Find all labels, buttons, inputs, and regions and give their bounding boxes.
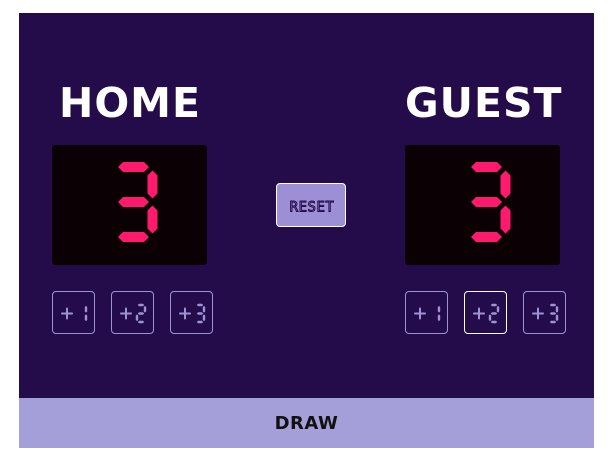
segment-b [147,170,158,199]
home-plus-2-button[interactable]: +2 [111,291,154,334]
plus-3-glyph [532,303,559,324]
plus-2-glyph [120,303,147,324]
guest-plus-1-button[interactable]: +1 [405,291,448,334]
reset-text: RESET [290,200,335,216]
segment-b [555,305,559,313]
plus-1-glyph [414,305,441,322]
segment-a [490,303,498,307]
segment-b [143,305,147,313]
guest-title: GUEST [405,79,563,127]
segment-g [549,312,557,315]
plus-3-glyph [179,303,206,324]
segment-e [488,314,492,322]
segment-a [137,303,145,307]
segment-a [196,303,204,307]
scoreboard: HOME 3 +1 +2 +3 RESET RESET GUEST 3 +1 [19,13,594,398]
segment-c [437,314,441,322]
segment-c [500,205,511,234]
segment-c [147,205,158,234]
segment-c [202,314,206,322]
segment-b [202,305,206,313]
home-plus-1-button[interactable]: +1 [52,291,95,334]
home-score-display: 3 [52,145,207,265]
segment-d [490,320,498,324]
home-score-digit [118,162,158,242]
home-title: HOME [59,79,201,127]
segment-d [471,232,502,242]
segment-d [549,320,557,324]
segment-e [135,314,139,322]
segment-g [196,312,204,315]
guest-plus-3-button[interactable]: +3 [523,291,566,334]
guest-score-display: 3 [405,145,560,265]
segment-c [84,314,88,322]
segment-g [490,312,498,315]
segment-b [437,305,441,313]
home-plus-3-button[interactable]: +3 [170,291,213,334]
reset-button[interactable]: RESET RESET [276,183,346,227]
status-bar: DRAW [19,398,594,448]
match-status: DRAW [274,412,339,434]
segment-d [137,320,145,324]
segment-b [500,170,511,199]
segment-d [118,232,149,242]
plus-2-glyph [473,303,500,324]
plus-1-glyph [61,305,88,322]
segment-g [137,312,145,315]
segment-b [84,305,88,313]
segment-a [549,303,557,307]
guest-score-digit [471,162,511,242]
segment-g [118,197,149,207]
guest-plus-2-button[interactable]: +2 [464,291,507,334]
reset-label: RESET [289,199,335,216]
segment-a [118,162,149,172]
segment-a [471,162,502,172]
segment-d [196,320,204,324]
segment-b [496,305,500,313]
segment-g [471,197,502,207]
segment-c [555,314,559,322]
